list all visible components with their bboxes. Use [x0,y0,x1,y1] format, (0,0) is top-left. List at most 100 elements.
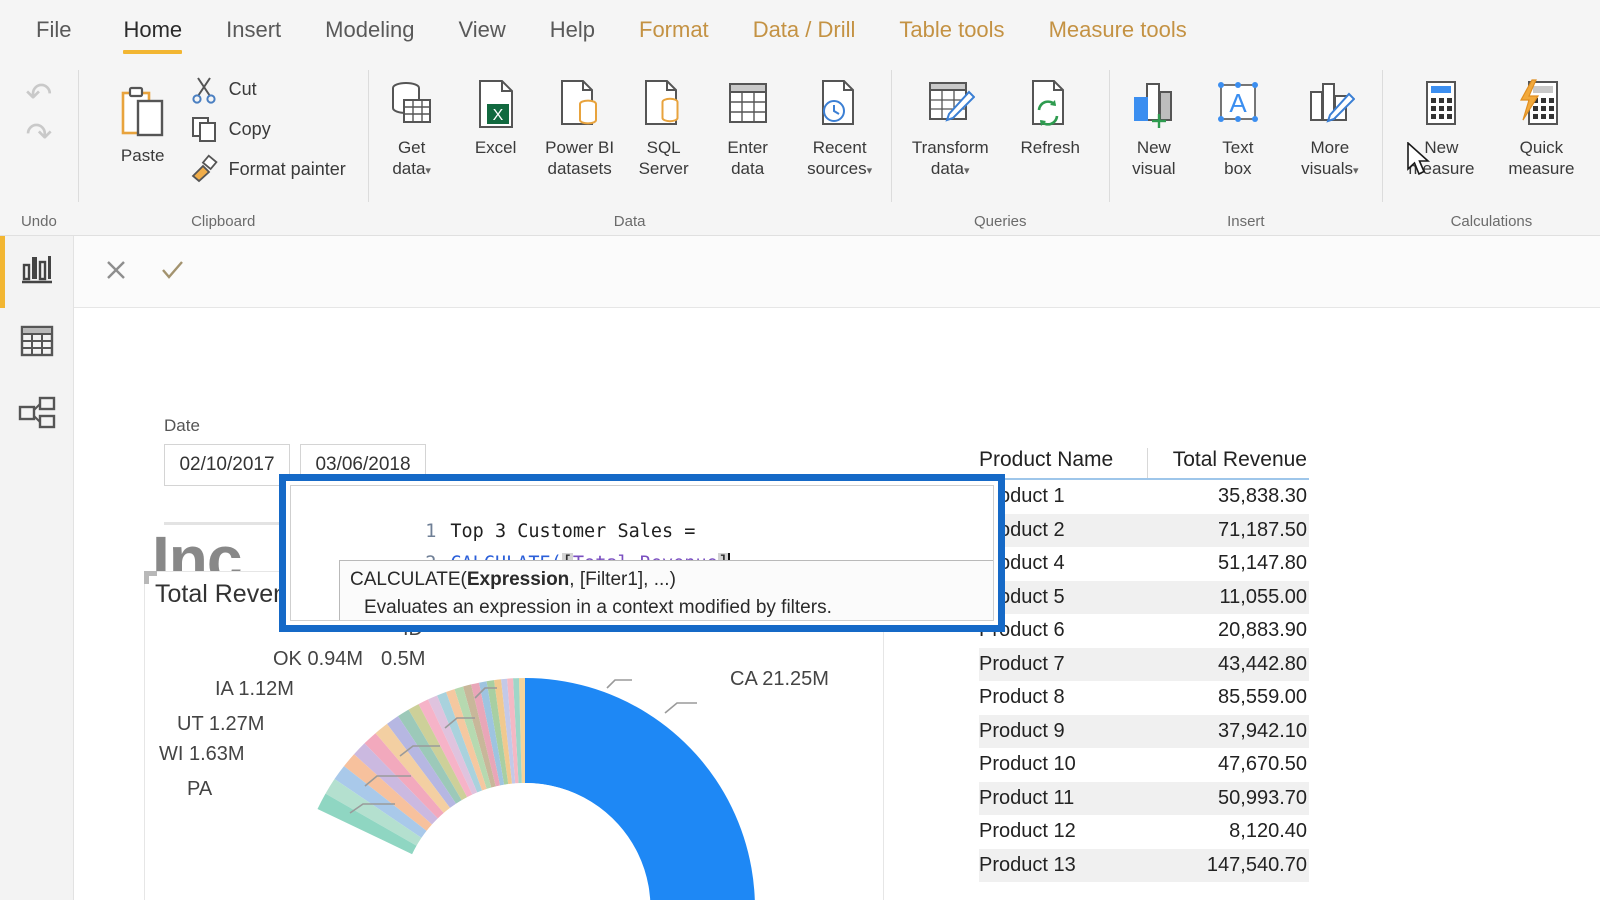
table-row[interactable]: Product 11 50,993.70 [979,781,1309,815]
chevron-down-icon[interactable]: ▾ [1353,165,1359,177]
new-visual-button[interactable]: New visual [1112,66,1196,179]
date-slicer-start-input[interactable]: 02/10/2017 [164,444,290,486]
donut-svg [317,678,755,900]
table-visual[interactable]: Product Name Total Revenue Product 1 35,8… [979,436,1309,900]
table-cell-total-revenue: 47,670.50 [1218,753,1307,776]
ribbon-groups: ↶ ↷ Undo Paste Cut Copy Format painter C… [0,60,1600,236]
redo-icon[interactable]: ↷ [25,118,52,150]
undo-icon[interactable]: ↶ [25,78,52,110]
tab-measure-tools[interactable]: Measure tools [1027,0,1209,60]
sidebar-item-model-view[interactable] [14,390,60,436]
cut-icon [192,77,216,104]
quick-measure-label-line2: measure [1508,158,1575,178]
enter-data-button[interactable]: Enter data [706,66,790,179]
sidebar-item-report-view[interactable] [14,246,60,292]
quick-measure-icon [1516,72,1566,136]
table-row[interactable]: Product 1 35,838.30 [979,480,1309,514]
report-view-icon [22,256,52,284]
intellisense-signature-prefix: CALCULATE( [350,569,467,590]
selected-view-indicator [0,236,5,308]
transform-data-button[interactable]: Transform data▾ [900,66,1000,179]
table-row[interactable]: Product 13 147,540.70 [979,848,1309,882]
quick-measure-button[interactable]: Quick measure [1491,66,1591,179]
get-data-button[interactable]: Get data▾ [370,66,454,179]
chevron-down-icon[interactable]: ▾ [964,165,970,177]
intellisense-tooltip: CALCULATE(Expression, [Filter1], ...) Ev… [339,560,993,620]
table-cell-product-name: Product 8 [979,686,1065,709]
tab-home[interactable]: Home [101,0,204,60]
sql-server-label-line1: SQL [646,138,681,157]
svg-text:X: X [492,107,503,124]
intellisense-signature: CALCULATE(Expression, [Filter1], ...) [350,566,988,594]
tab-modeling[interactable]: Modeling [303,0,436,60]
table-row[interactable]: Product 9 37,942.10 [979,714,1309,748]
table-row[interactable]: Product 5 11,055.00 [979,580,1309,614]
model-view-icon [18,396,56,429]
table-row[interactable]: Product 8 85,559.00 [979,681,1309,715]
table-cell-total-revenue: 71,187.50 [1218,518,1307,541]
data-view-icon [20,325,54,357]
formula-bar-strip [74,236,1600,308]
power-bi-datasets-button[interactable]: Power BI datasets [538,66,622,179]
donut-label-ut: UT 1.27M [177,713,265,735]
power-bi-datasets-icon [557,72,603,136]
more-visuals-button[interactable]: More visuals▾ [1280,66,1380,179]
tab-insert[interactable]: Insert [204,0,303,60]
new-visual-label-line2: visual [1132,158,1176,178]
table-cell-total-revenue: 11,055.00 [1219,585,1308,608]
table-column-header-total-revenue[interactable]: Total Revenue [1147,448,1309,478]
table-cell-total-revenue: 35,838.30 [1218,485,1307,508]
sql-server-button[interactable]: SQL Server [622,66,706,179]
refresh-button[interactable]: Refresh [1000,66,1100,159]
tab-format[interactable]: Format [617,0,731,60]
recent-sources-button[interactable]: Recent sources▾ [790,66,890,179]
table-row[interactable]: Product 10 47,670.50 [979,748,1309,782]
text-box-button[interactable]: A Text box [1196,66,1280,179]
get-data-label-line2: data [392,158,426,178]
checkmark-icon [162,261,183,279]
group-label-calculations: Calculations [1450,213,1533,230]
enter-data-label-line2: data [731,158,765,178]
ribbon-group-data: Get data▾ X Excel Power BI datasets SQL … [369,60,891,236]
table-cell-product-name: Product 7 [979,652,1065,675]
formula-commit-button[interactable] [152,250,192,290]
cut-button[interactable]: Cut [185,69,346,109]
table-row[interactable]: Product 12 8,120.40 [979,815,1309,849]
more-visuals-icon [1305,72,1355,136]
tab-table-tools[interactable]: Table tools [877,0,1026,60]
table-row[interactable]: Product 2 71,187.50 [979,513,1309,547]
ribbon-group-undo: ↶ ↷ Undo [0,60,78,236]
dax-formula-editor-inner[interactable]: 1Top 3 Customer Sales = 2CALCULATE([Tota… [290,485,994,621]
table-cell-total-revenue: 147,540.70 [1206,853,1307,876]
view-switcher-sidebar [0,236,74,900]
more-visuals-label-line2: visuals [1301,158,1354,178]
chevron-down-icon[interactable]: ▾ [425,165,431,177]
tab-data-drill[interactable]: Data / Drill [731,0,878,60]
table-body: Product 1 35,838.30 Product 2 71,187.50 Prod… [979,480,1309,882]
tab-file[interactable]: File [0,0,101,60]
dax-formula-editor[interactable]: 1Top 3 Customer Sales = 2CALCULATE([Tota… [279,474,1005,632]
sidebar-item-data-view[interactable] [14,318,60,364]
paste-button[interactable]: Paste [101,66,185,167]
text-box-label-line1: Text [1222,138,1254,157]
table-row[interactable]: Product 7 43,442.80 [979,647,1309,681]
intellisense-signature-suffix: , [Filter1], ...) [569,569,676,590]
ribbon-tab-strip: File Home Insert Modeling View Help Form… [0,0,1600,60]
table-row[interactable]: Product 4 51,147.80 [979,547,1309,581]
transform-data-label-line2: data [930,158,964,178]
table-cell-product-name: Product 10 [979,753,1076,776]
donut-label-pa: PA [187,778,213,800]
copy-button[interactable]: Copy [185,109,346,149]
tab-help[interactable]: Help [528,0,617,60]
tab-view[interactable]: View [436,0,527,60]
formula-cancel-button[interactable] [96,250,136,290]
svg-text:A: A [1229,88,1247,118]
transform-data-icon [925,72,976,136]
excel-button[interactable]: X Excel [454,66,538,159]
copy-label: Copy [228,118,271,139]
ribbon-group-insert: New visual A Text box More visuals▾ Inse… [1110,60,1382,236]
table-row[interactable]: Product 6 20,883.90 [979,614,1309,648]
chevron-down-icon[interactable]: ▾ [867,165,873,177]
format-painter-button[interactable]: Format painter [185,149,346,189]
group-label-clipboard: Clipboard [191,213,256,230]
